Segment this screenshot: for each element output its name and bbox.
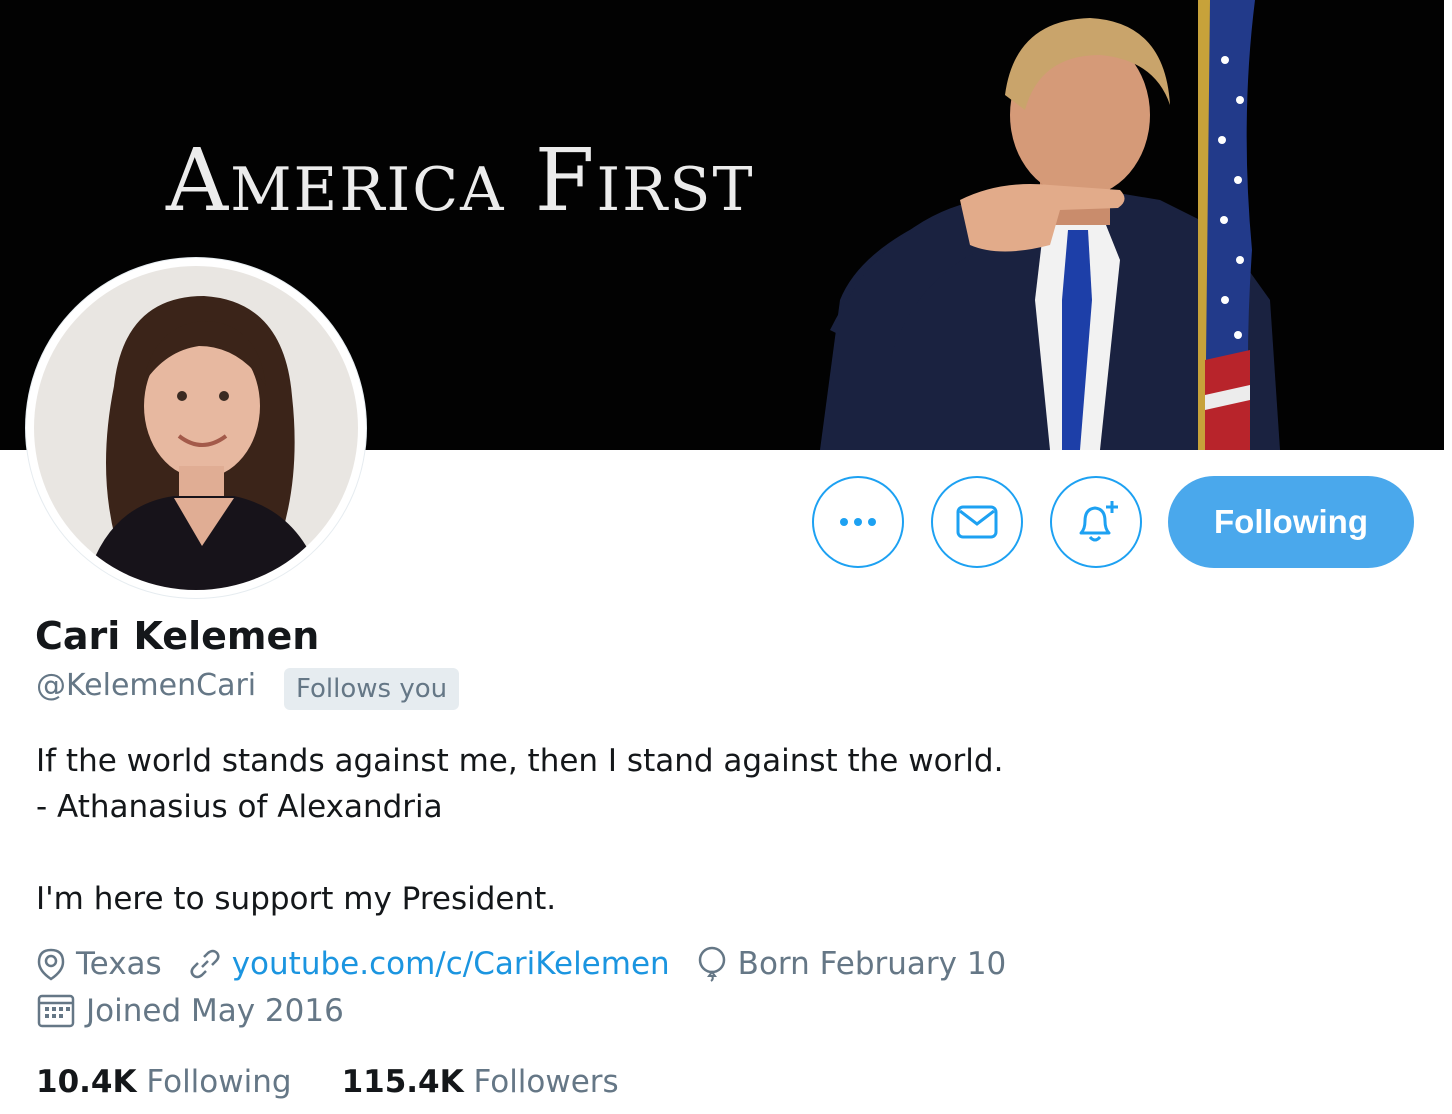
balloon-icon <box>698 946 725 982</box>
link-icon <box>190 949 220 979</box>
notifications-button[interactable] <box>1050 476 1142 568</box>
profile-joined: Joined May 2016 <box>36 993 370 1029</box>
mail-icon <box>956 505 998 539</box>
following-stat[interactable]: 10.4K Following <box>36 1064 292 1100</box>
profile-name: Cari Kelemen <box>35 614 320 658</box>
followers-stat[interactable]: 115.4K Followers <box>342 1064 619 1100</box>
location: Texas <box>36 946 162 982</box>
bell-plus-icon <box>1079 501 1118 542</box>
more-icon <box>840 518 876 526</box>
banner-edge <box>1444 0 1452 450</box>
message-button[interactable] <box>931 476 1023 568</box>
following-button[interactable]: Following <box>1168 476 1414 568</box>
profile-handle: @KelemenCari <box>36 668 257 703</box>
website-link[interactable]: youtube.com/c/CariKelemen <box>232 946 670 982</box>
birthday-text: Born February 10 <box>737 946 1007 982</box>
bio-line: I'm here to support my President. <box>36 881 557 917</box>
calendar-icon <box>37 994 75 1028</box>
profile-bio: If the world stands against me, then I s… <box>36 738 1236 922</box>
follows-you-badge: Follows you <box>284 668 460 710</box>
following-label: Following <box>146 1064 292 1100</box>
following-count: 10.4K <box>36 1064 137 1100</box>
followers-label: Followers <box>473 1064 619 1100</box>
location-pin-icon <box>37 948 65 981</box>
joined: Joined May 2016 <box>36 993 344 1029</box>
followers-count: 115.4K <box>341 1064 464 1100</box>
joined-text: Joined May 2016 <box>86 993 344 1029</box>
profile-stats: 10.4K Following 115.4K Followers <box>36 1064 669 1100</box>
website: youtube.com/c/CariKelemen <box>188 946 670 982</box>
banner-photo <box>820 0 1280 450</box>
profile-avatar[interactable] <box>26 258 366 598</box>
birthday: Born February 10 <box>696 946 1007 982</box>
more-button[interactable] <box>812 476 904 568</box>
bio-line: If the world stands against me, then I s… <box>36 743 1004 779</box>
banner-title: America First <box>166 131 755 231</box>
avatar-photo <box>34 266 358 590</box>
profile-meta: Texas youtube.com/c/CariKelemen Born Feb… <box>36 946 1032 982</box>
bio-line: - Athanasius of Alexandria <box>36 789 443 825</box>
location-text: Texas <box>76 946 162 982</box>
